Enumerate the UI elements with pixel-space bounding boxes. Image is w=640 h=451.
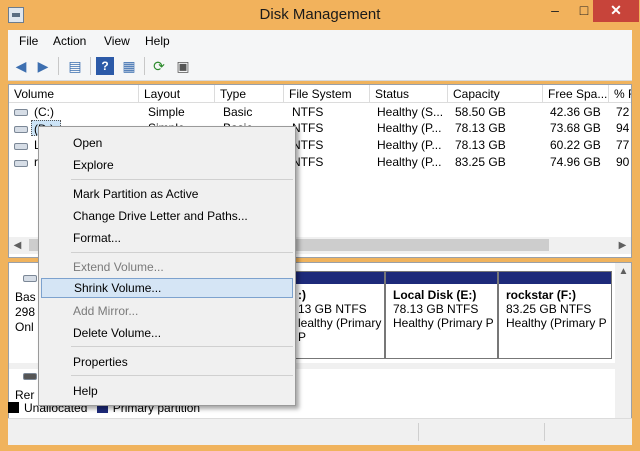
- volume-free: 60.22 GB: [550, 138, 601, 152]
- menu-explore[interactable]: Explore: [41, 155, 293, 175]
- volume-fs: NTFS: [292, 105, 324, 119]
- volume-fs: NTFS: [292, 121, 324, 135]
- menu-action[interactable]: Action: [53, 34, 86, 48]
- menu-help[interactable]: Help: [145, 34, 170, 48]
- menu-properties[interactable]: Properties: [41, 352, 293, 372]
- back-arrow-icon[interactable]: ◀: [12, 57, 30, 75]
- column-percent-free[interactable]: % F: [609, 85, 631, 103]
- scroll-up-icon[interactable]: ▲: [615, 263, 631, 280]
- volume-capacity: 83.25 GB: [455, 155, 506, 169]
- close-button[interactable]: ✕: [593, 0, 639, 22]
- drive-icon: [14, 160, 28, 167]
- menu-add-mirror[interactable]: Add Mirror...: [41, 301, 293, 321]
- volume-free: 74.96 GB: [550, 155, 601, 169]
- partition-e-name: Local Disk (E:): [393, 288, 477, 302]
- properties-icon[interactable]: ▦: [120, 57, 138, 75]
- rescan-icon[interactable]: ▣: [174, 57, 192, 75]
- partition-d-size: 13 GB NTFS: [298, 302, 367, 316]
- partition-f[interactable]: rockstar (F:) 83.25 GB NTFS Healthy (Pri…: [498, 271, 612, 359]
- volume-capacity: 78.13 GB: [455, 121, 506, 135]
- volume-status: Healthy (P...: [377, 121, 442, 135]
- partition-d-status: lealthy (Primary P: [298, 316, 382, 344]
- menu-extend-volume[interactable]: Extend Volume...: [41, 257, 293, 277]
- forward-arrow-icon[interactable]: ▶: [34, 57, 52, 75]
- volume-fs: NTFS: [292, 155, 324, 169]
- menu-file[interactable]: File: [19, 34, 38, 48]
- help-icon[interactable]: ?: [96, 57, 114, 75]
- partition-e-size: 78.13 GB NTFS: [393, 302, 479, 316]
- unallocated-swatch: [8, 402, 19, 413]
- partition-e[interactable]: Local Disk (E:) 78.13 GB NTFS Healthy (P…: [385, 271, 498, 359]
- volume-status: Healthy (P...: [377, 138, 442, 152]
- status-bar: [8, 418, 632, 445]
- partition-f-size: 83.25 GB NTFS: [506, 302, 592, 316]
- column-file-system[interactable]: File System: [284, 85, 370, 103]
- menu-bar: File Action View Help: [8, 30, 632, 52]
- menu-format[interactable]: Format...: [41, 228, 293, 248]
- volume-status: Healthy (S...: [377, 105, 444, 119]
- refresh-icon[interactable]: ⟳: [150, 57, 168, 75]
- drive-icon: [14, 126, 28, 133]
- partition-d-letter: :): [298, 288, 306, 302]
- vertical-scrollbar[interactable]: ▲ ▼: [615, 263, 631, 443]
- volume-pct: 90: [616, 155, 630, 169]
- volume-free: 42.36 GB: [550, 105, 601, 119]
- volume-status: Healthy (P...: [377, 155, 442, 169]
- volume-free: 73.68 GB: [550, 121, 601, 135]
- minimize-button[interactable]: –: [540, 0, 570, 22]
- partition-e-status: Healthy (Primary P: [393, 316, 494, 330]
- menu-open[interactable]: Open: [41, 133, 293, 153]
- column-volume[interactable]: Volume: [9, 85, 139, 103]
- partition-f-status: Healthy (Primary P: [506, 316, 607, 330]
- menu-view[interactable]: View: [104, 34, 130, 48]
- volume-capacity: 58.50 GB: [455, 105, 506, 119]
- column-status[interactable]: Status: [370, 85, 448, 103]
- disk-icon: [23, 275, 37, 282]
- column-free-space[interactable]: Free Spa...: [543, 85, 609, 103]
- volume-layout: Simple: [148, 105, 185, 119]
- column-layout[interactable]: Layout: [139, 85, 215, 103]
- toolbar: ◀ ▶ ▤ ? ▦ ⟳ ▣: [8, 52, 632, 81]
- volume-pct: 72: [616, 105, 630, 119]
- menu-shrink-volume[interactable]: Shrink Volume...: [41, 278, 293, 298]
- disk-management-window: Disk Management – □ ✕ File Action View H…: [0, 0, 640, 451]
- menu-change-drive-letter[interactable]: Change Drive Letter and Paths...: [41, 206, 293, 226]
- removable-disk-icon: [23, 373, 37, 380]
- volume-pct: 94: [616, 121, 630, 135]
- drive-icon: [14, 109, 28, 116]
- console-tree-icon[interactable]: ▤: [66, 57, 84, 75]
- volume-type: Basic: [223, 105, 253, 119]
- partition-d[interactable]: :) 13 GB NTFS lealthy (Primary P: [295, 271, 385, 359]
- scroll-left-icon[interactable]: ◀: [9, 237, 26, 254]
- volume-name: (C:): [34, 105, 54, 119]
- partition-f-name: rockstar (F:): [506, 288, 577, 302]
- menu-delete-volume[interactable]: Delete Volume...: [41, 323, 293, 343]
- menu-mark-active[interactable]: Mark Partition as Active: [41, 184, 293, 204]
- title-bar: Disk Management – □ ✕: [0, 0, 640, 30]
- context-menu: Open Explore Mark Partition as Active Ch…: [38, 126, 296, 406]
- volume-pct: 77: [616, 138, 630, 152]
- column-type[interactable]: Type: [215, 85, 284, 103]
- column-capacity[interactable]: Capacity: [448, 85, 543, 103]
- drive-icon: [14, 143, 28, 150]
- volume-fs: NTFS: [292, 138, 324, 152]
- scroll-right-icon[interactable]: ▶: [614, 237, 631, 254]
- volume-capacity: 78.13 GB: [455, 138, 506, 152]
- menu-help-item[interactable]: Help: [41, 381, 293, 401]
